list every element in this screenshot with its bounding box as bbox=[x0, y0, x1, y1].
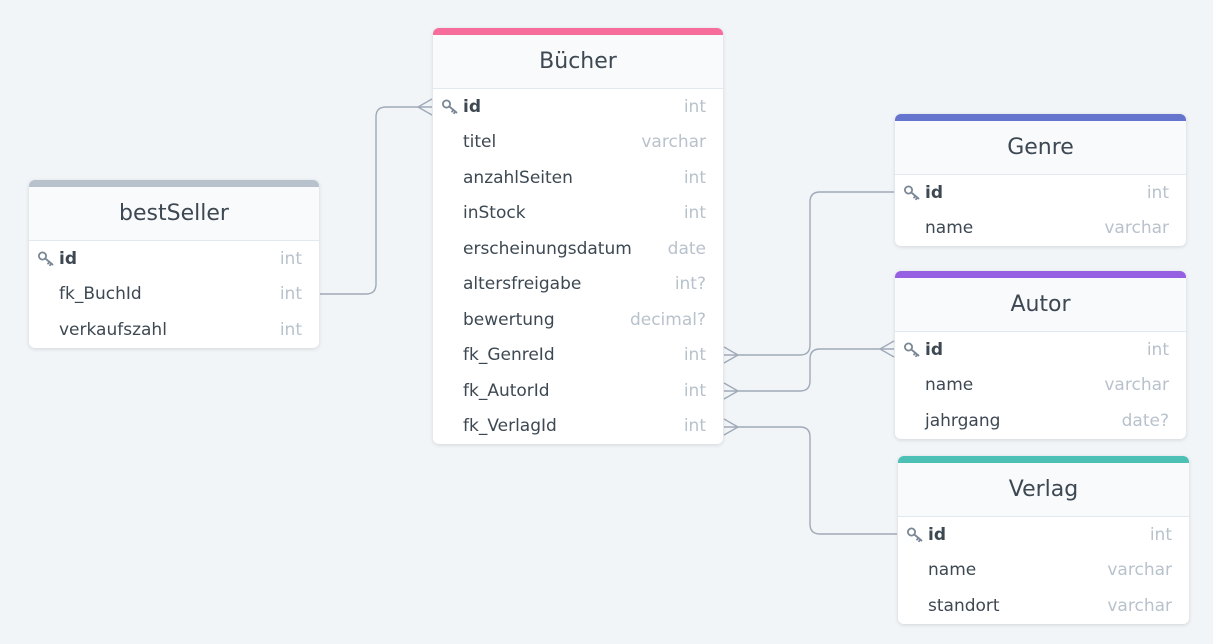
field-row-buecher-titel[interactable]: titel varchar bbox=[433, 125, 723, 161]
field-name: jahrgang bbox=[925, 410, 1001, 431]
field-row-buecher-fk_verlagid[interactable]: fk_VerlagId int bbox=[433, 409, 723, 445]
field-name: name bbox=[925, 375, 974, 396]
field-name: altersfreigabe bbox=[463, 274, 582, 295]
field-name: id bbox=[463, 96, 481, 117]
table-header-autor[interactable]: Autor bbox=[895, 278, 1186, 332]
field-row-bestseller-fk_buchid[interactable]: fk_BuchId int bbox=[29, 277, 319, 313]
field-row-bestseller-id[interactable]: id int bbox=[29, 241, 319, 277]
field-type: int bbox=[683, 380, 706, 401]
field-type: varchar bbox=[1107, 595, 1172, 616]
primary-key-icon bbox=[904, 342, 920, 358]
field-type: int bbox=[279, 319, 302, 340]
field-type: varchar bbox=[1107, 560, 1172, 581]
field-row-verlag-id[interactable]: id int bbox=[898, 517, 1189, 553]
field-type: int bbox=[1149, 524, 1172, 545]
field-row-bestseller-verkaufszahl[interactable]: verkaufszahl int bbox=[29, 312, 319, 348]
field-name: anzahlSeiten bbox=[463, 167, 573, 188]
edge-buecher-verlag[interactable] bbox=[723, 418, 897, 535]
field-name: bewertung bbox=[463, 309, 555, 330]
field-list-genre: id int name varchar bbox=[895, 175, 1186, 246]
field-name: verkaufszahl bbox=[59, 319, 167, 340]
field-name: fk_VerlagId bbox=[463, 416, 557, 437]
field-type: int bbox=[683, 203, 706, 224]
field-name: fk_AutorId bbox=[463, 380, 550, 401]
field-type: varchar bbox=[1104, 375, 1169, 396]
field-type: int bbox=[683, 96, 706, 117]
table-autor[interactable]: Autor id int name varchar jahrgang date? bbox=[895, 271, 1186, 439]
primary-key-icon bbox=[442, 99, 458, 115]
field-type: decimal? bbox=[629, 309, 706, 330]
table-buecher[interactable]: Bücher id int titel varchar anzahlSeiten int i… bbox=[433, 28, 723, 444]
edge-bestseller-buecher[interactable] bbox=[320, 98, 433, 295]
field-row-buecher-altersfreigabe[interactable]: altersfreigabe int? bbox=[433, 267, 723, 303]
field-list-autor: id int name varchar jahrgang date? bbox=[895, 332, 1186, 439]
field-type: int bbox=[683, 416, 706, 437]
field-type: date bbox=[667, 238, 706, 259]
field-name: id bbox=[925, 182, 943, 203]
table-genre[interactable]: Genre id int name varchar bbox=[895, 114, 1186, 246]
field-row-verlag-standort[interactable]: standort varchar bbox=[898, 588, 1189, 624]
field-type: varchar bbox=[1104, 218, 1169, 239]
primary-key-icon bbox=[907, 527, 923, 543]
field-name: id bbox=[59, 248, 77, 269]
field-list-buecher: id int titel varchar anzahlSeiten int inStock i… bbox=[433, 89, 723, 444]
table-header-genre[interactable]: Genre bbox=[895, 121, 1186, 175]
field-type: varchar bbox=[641, 132, 706, 153]
table-verlag[interactable]: Verlag id int name varchar standort varchar bbox=[898, 456, 1189, 624]
field-type: date? bbox=[1121, 410, 1169, 431]
field-type: int bbox=[683, 345, 706, 366]
field-row-buecher-fk_autorid[interactable]: fk_AutorId int bbox=[433, 373, 723, 409]
field-name: id bbox=[925, 339, 943, 360]
table-bestseller[interactable]: bestSeller id int fk_BuchId int verkaufszahl… bbox=[29, 180, 319, 348]
table-header-verlag[interactable]: Verlag bbox=[898, 463, 1189, 517]
field-row-buecher-id[interactable]: id int bbox=[433, 89, 723, 125]
field-type: int bbox=[279, 284, 302, 305]
primary-key-icon bbox=[38, 251, 54, 267]
field-name: name bbox=[925, 218, 974, 239]
field-row-autor-name[interactable]: name varchar bbox=[895, 368, 1186, 404]
field-row-buecher-fk_genreid[interactable]: fk_GenreId int bbox=[433, 338, 723, 374]
field-name: id bbox=[928, 524, 946, 545]
field-type: int bbox=[683, 167, 706, 188]
field-row-buecher-bewertung[interactable]: bewertung decimal? bbox=[433, 302, 723, 338]
field-row-autor-id[interactable]: id int bbox=[895, 332, 1186, 368]
table-header-buecher[interactable]: Bücher bbox=[433, 35, 723, 89]
field-row-verlag-name[interactable]: name varchar bbox=[898, 553, 1189, 589]
field-name: name bbox=[928, 560, 977, 581]
field-row-buecher-anzahlseiten[interactable]: anzahlSeiten int bbox=[433, 160, 723, 196]
field-name: erscheinungsdatum bbox=[463, 238, 632, 259]
field-name: standort bbox=[928, 595, 1000, 616]
field-type: int bbox=[1146, 339, 1169, 360]
field-row-buecher-instock[interactable]: inStock int bbox=[433, 196, 723, 232]
field-row-autor-jahrgang[interactable]: jahrgang date? bbox=[895, 403, 1186, 439]
field-list-bestseller: id int fk_BuchId int verkaufszahl int bbox=[29, 241, 319, 348]
field-type: int bbox=[279, 248, 302, 269]
field-name: fk_BuchId bbox=[59, 284, 142, 305]
field-row-genre-name[interactable]: name varchar bbox=[895, 211, 1186, 247]
field-type: int? bbox=[674, 274, 706, 295]
table-header-bestseller[interactable]: bestSeller bbox=[29, 187, 319, 241]
edge-buecher-autor[interactable] bbox=[723, 340, 895, 400]
field-name: fk_GenreId bbox=[463, 345, 555, 366]
field-list-verlag: id int name varchar standort varchar bbox=[898, 517, 1189, 624]
field-name: inStock bbox=[463, 203, 526, 224]
field-row-genre-id[interactable]: id int bbox=[895, 175, 1186, 211]
field-name: titel bbox=[463, 132, 497, 153]
edge-buecher-genre[interactable] bbox=[723, 191, 894, 364]
field-row-buecher-erscheinungsdatum[interactable]: erscheinungsdatum date bbox=[433, 231, 723, 267]
primary-key-icon bbox=[904, 185, 920, 201]
field-type: int bbox=[1146, 182, 1169, 203]
